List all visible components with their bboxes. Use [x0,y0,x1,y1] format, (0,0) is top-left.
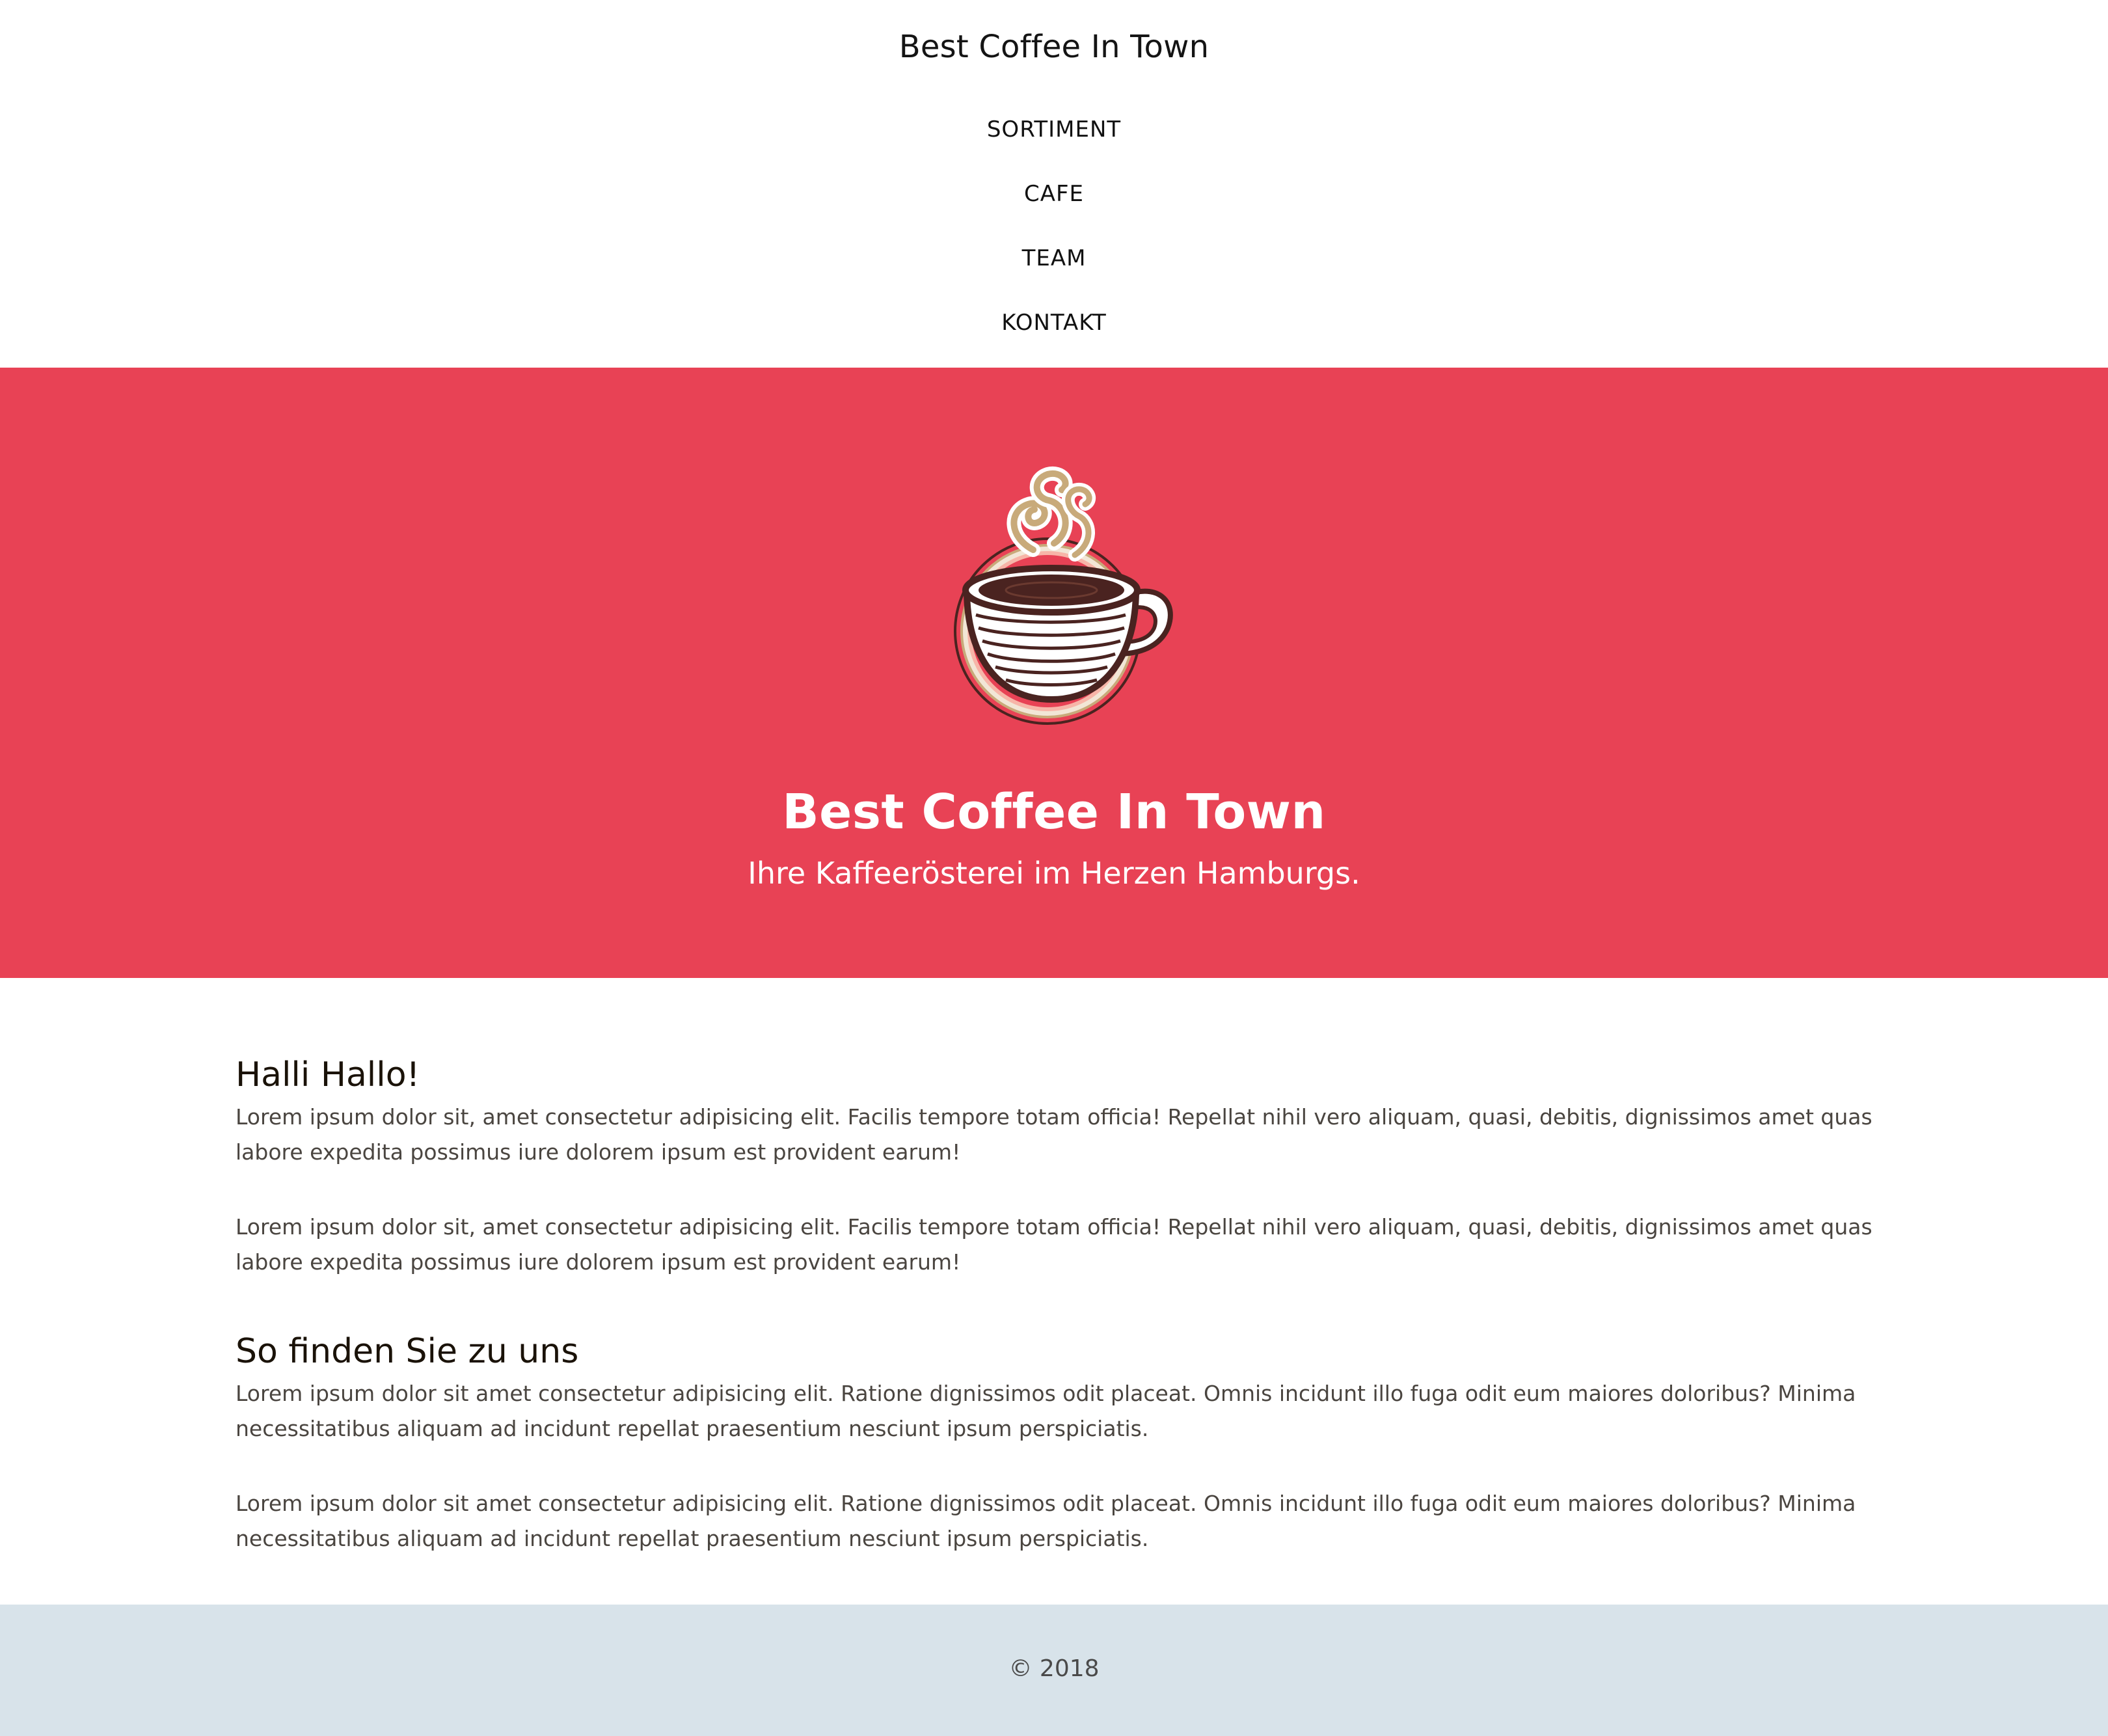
hero-subtitle: Ihre Kaffeerösterei im Herzen Hamburgs. [748,856,1360,891]
copyright-text: © 2018 [1008,1655,1100,1682]
hero-title: Best Coffee In Town [782,784,1326,840]
site-footer: © 2018 [0,1605,2108,1736]
section-heading: So finden Sie zu uns [236,1332,579,1371]
section-directions: So finden Sie zu uns Lorem ipsum dolor s… [236,1335,1888,1556]
section-heading: Halli Hallo! [236,1055,420,1094]
nav-item-kontakt: KONTAKT [0,301,2108,365]
section-paragraph: Lorem ipsum dolor sit, amet consectetur … [236,1104,1872,1165]
section-paragraph: Lorem ipsum dolor sit, amet consectetur … [236,1214,1872,1275]
site-header: Best Coffee In Town SORTIMENT CAFE TEAM … [0,0,2108,368]
nav-item-cafe: CAFE [0,172,2108,236]
section-welcome: Halli Hallo! Lorem ipsum dolor sit, amet… [236,1058,1888,1280]
main-content: Halli Hallo! Lorem ipsum dolor sit, amet… [0,978,2108,1605]
nav-item-team: TEAM [0,236,2108,301]
main-nav: SORTIMENT CAFE TEAM KONTAKT [0,107,2108,365]
site-brand[interactable]: Best Coffee In Town [0,29,2108,65]
nav-item-sortiment: SORTIMENT [0,107,2108,172]
nav-link-sortiment[interactable]: SORTIMENT [987,116,1121,142]
nav-link-team[interactable]: TEAM [1022,245,1087,271]
nav-link-kontakt[interactable]: KONTAKT [1001,310,1106,336]
nav-link-cafe[interactable]: CAFE [1024,181,1084,207]
coffee-cup-logo-icon [954,466,1173,725]
section-paragraph: Lorem ipsum dolor sit amet consectetur a… [236,1381,1856,1441]
hero-banner: Best Coffee In Town Ihre Kaffeerösterei … [0,368,2108,978]
section-paragraph: Lorem ipsum dolor sit amet consectetur a… [236,1491,1856,1551]
